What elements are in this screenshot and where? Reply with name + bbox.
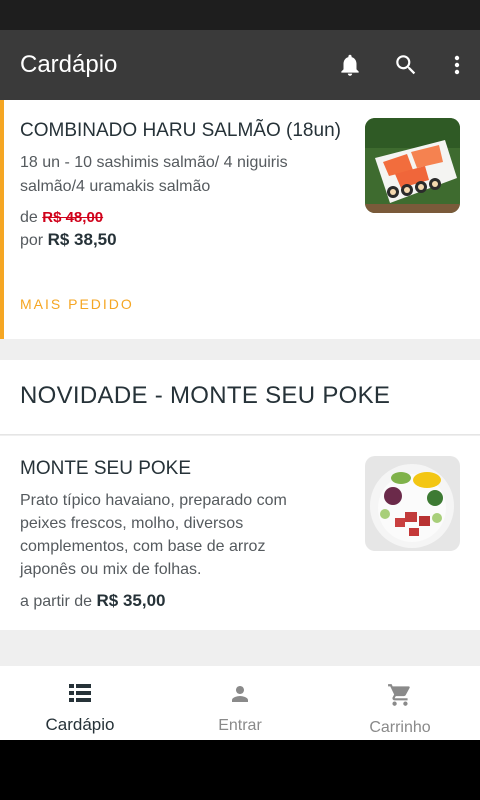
page-title: Cardápio: [20, 51, 118, 78]
old-price: R$ 48,00: [42, 209, 104, 226]
menu-item-card[interactable]: MONTE SEU POKE Prato típico havaiano, pr…: [0, 436, 480, 630]
section-header: NOVIDADE - MONTE SEU POKE: [0, 360, 480, 435]
person-icon: [228, 682, 252, 711]
bell-icon[interactable]: [330, 45, 370, 85]
new-price: R$ 38,50: [47, 230, 117, 249]
app-bar: Cardápio: [0, 30, 480, 100]
price-prefix: a partir de: [20, 593, 93, 610]
menu-item-description-line1: Prato típico havaiano, preparado com: [20, 492, 287, 509]
nav-item-carrinho[interactable]: Carrinho: [320, 666, 480, 740]
featured-item-title: COMBINADO HARU SALMÃO (18un): [20, 120, 341, 141]
cart-icon: [387, 682, 413, 713]
status-bar: [0, 0, 480, 30]
featured-item-description-line2: salmão/4 uramakis salmão: [20, 178, 211, 195]
new-price-line: por R$ 38,50: [20, 230, 117, 250]
nav-item-cardapio[interactable]: Cardápio: [0, 666, 160, 740]
featured-item-image: [365, 118, 460, 213]
most-ordered-badge: MAIS PEDIDO: [20, 296, 134, 312]
menu-item-description-line4: japonês ou mix de folhas.: [20, 561, 202, 578]
more-vert-icon[interactable]: [442, 45, 472, 85]
menu-item-description-line2: peixes frescos, molho, diversos: [20, 515, 244, 532]
section-title: NOVIDADE - MONTE SEU POKE: [20, 382, 391, 409]
nav-label-carrinho: Carrinho: [369, 719, 431, 736]
menu-list-icon: [68, 682, 92, 709]
menu-item-image: [365, 456, 460, 551]
bottom-navigation: Cardápio Entrar Carrinho: [0, 666, 480, 740]
system-navigation-bar: [0, 740, 480, 800]
old-price-prefix: de: [20, 209, 38, 226]
menu-item-description-line3: complementos, com base de arroz: [20, 538, 266, 555]
search-icon[interactable]: [386, 45, 426, 85]
featured-item-card[interactable]: COMBINADO HARU SALMÃO (18un) 18 un - 10 …: [0, 100, 480, 339]
menu-item-price: R$ 35,00: [96, 591, 166, 610]
nav-item-entrar[interactable]: Entrar: [160, 666, 320, 740]
nav-label-cardapio: Cardápio: [45, 715, 115, 734]
menu-content: COMBINADO HARU SALMÃO (18un) 18 un - 10 …: [0, 100, 480, 666]
featured-item-description-line1: 18 un - 10 sashimis salmão/ 4 niguiris: [20, 154, 288, 171]
menu-item-price-line: a partir de R$ 35,00: [20, 591, 166, 611]
old-price-line: de R$ 48,00: [20, 209, 103, 227]
menu-item-title: MONTE SEU POKE: [20, 458, 192, 479]
new-price-prefix: por: [20, 232, 44, 249]
nav-label-entrar: Entrar: [218, 717, 262, 734]
